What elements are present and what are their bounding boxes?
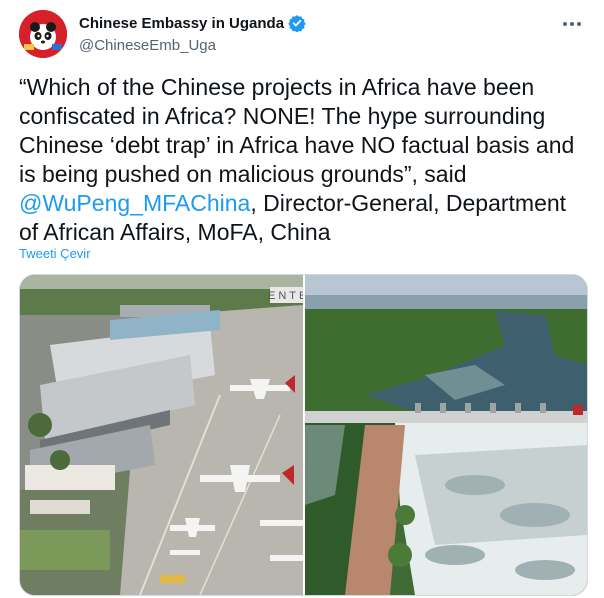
author-handle[interactable]: @ChineseEmb_Uga: [79, 37, 216, 54]
airport-terminal-aerial-photo[interactable]: ENTE: [20, 275, 305, 595]
tweet-text-quote: “Which of the Chinese projects in Africa…: [19, 74, 575, 187]
hydropower-dam-river-aerial-photo[interactable]: [305, 275, 587, 595]
mention-link[interactable]: @WuPeng_MFAChina: [19, 190, 250, 216]
author-name-line[interactable]: Chinese Embassy in Uganda: [79, 14, 306, 33]
avatar[interactable]: [19, 10, 67, 58]
sign-text-label: ENTE: [268, 290, 303, 302]
more-options-icon[interactable]: [560, 14, 584, 34]
verified-badge-icon: [288, 14, 306, 33]
translate-tweet-link[interactable]: Tweeti Çevir: [19, 246, 91, 261]
embassy-avatar-icon: [19, 10, 67, 58]
author-display-name[interactable]: Chinese Embassy in Uganda: [79, 15, 284, 32]
media-container: ENTE: [19, 274, 588, 596]
tweet-text: “Which of the Chinese projects in Africa…: [19, 73, 589, 247]
